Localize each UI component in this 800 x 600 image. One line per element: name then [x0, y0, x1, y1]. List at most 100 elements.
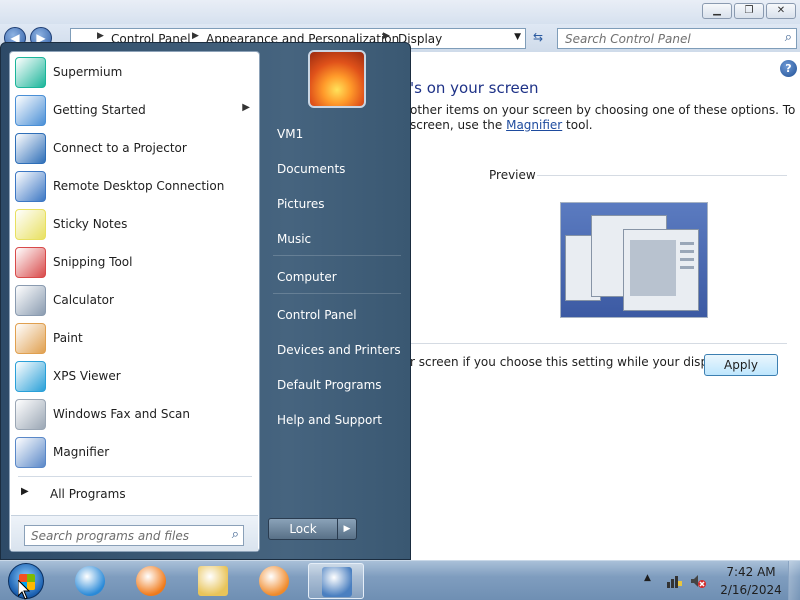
help-icon[interactable]: ? — [780, 60, 797, 77]
page-title: 's on your screen — [410, 79, 539, 97]
user-avatar[interactable] — [308, 50, 366, 108]
start-link-devices-and-printers[interactable]: Devices and Printers — [267, 336, 405, 364]
volume-muted-icon[interactable] — [690, 573, 706, 589]
start-program-label: Remote Desktop Connection — [53, 179, 225, 193]
programs-pane: Supermium Getting Started ▶ Connect to a Pr… — [9, 51, 260, 552]
preview-line — [680, 242, 694, 245]
fax-scan-icon — [15, 399, 46, 430]
start-program-label: Connect to a Projector — [53, 141, 187, 155]
start-program-item[interactable]: Calculator — [13, 282, 258, 318]
arrow-right-icon: ▶ — [21, 486, 29, 497]
magnifier-link[interactable]: Magnifier — [506, 118, 562, 132]
start-search-input[interactable]: Search programs and files ⌕ — [24, 525, 244, 546]
taskbar-button-control-panel[interactable] — [308, 563, 364, 599]
internet-explorer-icon — [75, 566, 105, 596]
start-program-item[interactable]: Magnifier — [13, 434, 258, 470]
start-link-control-panel[interactable]: Control Panel — [267, 301, 405, 329]
remote-desktop-icon — [15, 171, 46, 202]
taskbar-button-file-explorer[interactable] — [185, 563, 241, 599]
start-link-label: Computer — [277, 270, 337, 284]
preview-label: Preview — [489, 168, 536, 182]
start-program-label: Sticky Notes — [53, 217, 128, 231]
close-button[interactable]: ✕ — [766, 3, 796, 19]
start-program-label: Snipping Tool — [53, 255, 133, 269]
preview-line — [680, 258, 694, 261]
start-program-item[interactable]: Supermium — [13, 54, 258, 90]
start-program-item[interactable]: Connect to a Projector — [13, 130, 258, 166]
clock-date[interactable]: 2/16/2024 — [718, 583, 784, 597]
power-options-arrow-icon[interactable]: ▶ — [337, 518, 357, 540]
divider — [537, 175, 787, 176]
start-program-item[interactable]: Getting Started ▶ — [13, 92, 258, 128]
divider — [18, 476, 252, 477]
start-program-item[interactable]: XPS Viewer — [13, 358, 258, 394]
preview-image — [560, 202, 708, 318]
network-icon[interactable] — [666, 573, 682, 589]
search-input[interactable]: Search Control Panel ⌕ — [557, 28, 797, 49]
start-menu: Supermium Getting Started ▶ Connect to a Pr… — [0, 42, 411, 560]
divider — [273, 255, 401, 256]
breadcrumb-separator-icon: ▶ — [383, 31, 390, 41]
start-link-label: Devices and Printers — [277, 343, 401, 357]
divider — [410, 343, 787, 344]
start-program-label: Supermium — [53, 65, 123, 79]
magnifier-icon — [15, 437, 46, 468]
preview-line — [680, 250, 694, 253]
description-text: other items on your screen by choosing o… — [410, 103, 796, 117]
show-desktop-button[interactable] — [788, 561, 800, 600]
projector-icon — [15, 133, 46, 164]
start-program-item[interactable]: Paint — [13, 320, 258, 356]
xps-viewer-icon — [15, 361, 46, 392]
start-program-label: Windows Fax and Scan — [53, 407, 191, 421]
taskbar-button-internet-explorer[interactable] — [62, 563, 118, 599]
paint-icon — [15, 323, 46, 354]
preview-content — [630, 240, 676, 296]
maximize-button[interactable]: ❐ — [734, 3, 764, 19]
file-explorer-icon — [198, 566, 228, 596]
breadcrumb-separator-icon: ▶ — [192, 31, 199, 41]
start-program-item[interactable]: Windows Fax and Scan — [13, 396, 258, 432]
start-link-music[interactable]: Music — [267, 225, 405, 253]
taskbar-button-firefox[interactable] — [123, 563, 179, 599]
minimize-button[interactable]: ▁ — [702, 3, 732, 19]
start-program-item[interactable]: Snipping Tool — [13, 244, 258, 280]
lock-button[interactable]: Lock — [268, 518, 338, 540]
start-search-placeholder: Search programs and files — [31, 529, 189, 543]
apply-button[interactable]: Apply — [704, 354, 778, 376]
start-link-label: Help and Support — [277, 413, 382, 427]
search-icon[interactable]: ⌕ — [785, 30, 792, 45]
show-hidden-icons[interactable]: ▲ — [644, 573, 651, 583]
start-program-item[interactable]: Sticky Notes — [13, 206, 258, 242]
chevron-down-icon[interactable]: ▼ — [514, 32, 521, 42]
taskbar-button-media-player[interactable] — [246, 563, 302, 599]
start-link-label: Default Programs — [277, 378, 382, 392]
preview-window — [623, 229, 699, 311]
start-link-pictures[interactable]: Pictures — [267, 190, 405, 218]
submenu-arrow-icon: ▶ — [242, 102, 250, 113]
description-text: screen, use the Magnifier tool. — [410, 118, 593, 132]
start-link-label: Pictures — [277, 197, 325, 211]
start-program-item[interactable]: Remote Desktop Connection — [13, 168, 258, 204]
snipping-tool-icon — [15, 247, 46, 278]
divider — [273, 293, 401, 294]
start-link-vm1[interactable]: VM1 — [267, 120, 405, 148]
search-icon[interactable]: ⌕ — [232, 527, 239, 542]
start-link-help-and-support[interactable]: Help and Support — [267, 406, 405, 434]
calculator-icon — [15, 285, 46, 316]
start-link-label: Control Panel — [277, 308, 357, 322]
all-programs-item[interactable]: ▶ All Programs — [14, 482, 254, 506]
start-program-label: Paint — [53, 331, 83, 345]
search-placeholder: Search Control Panel — [565, 32, 691, 46]
start-link-computer[interactable]: Computer — [267, 263, 405, 291]
start-program-label: Getting Started — [53, 103, 146, 117]
title-bar: ▁ ❐ ✕ — [0, 0, 800, 24]
refresh-icon[interactable]: ⇆ — [528, 30, 548, 48]
start-link-default-programs[interactable]: Default Programs — [267, 371, 405, 399]
breadcrumb-separator-icon: ▶ — [97, 31, 104, 41]
apply-description: r screen if you choose this setting whil… — [410, 355, 740, 369]
taskbar: ▲ 7:42 AM 2/16/2024 — [0, 560, 800, 600]
start-link-documents[interactable]: Documents — [267, 155, 405, 183]
sticky-notes-icon — [15, 209, 46, 240]
preview-line — [680, 266, 694, 269]
clock-time[interactable]: 7:42 AM — [720, 565, 782, 579]
